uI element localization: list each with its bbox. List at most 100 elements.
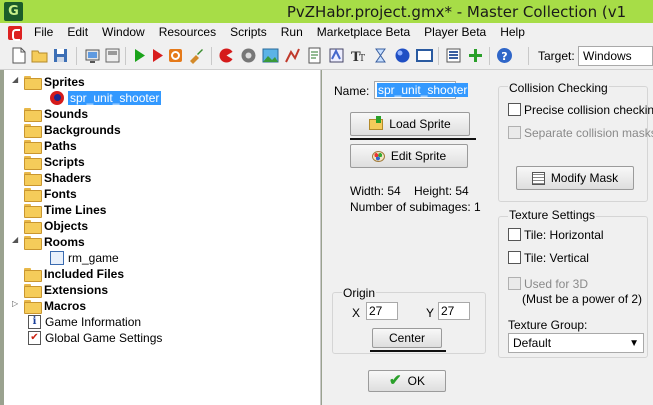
- tile-vertical-checkbox[interactable]: [508, 251, 521, 264]
- y-label: Y: [426, 306, 435, 320]
- info-icon: i: [28, 315, 41, 329]
- height-text: Height: 54: [414, 184, 469, 198]
- menu-edit[interactable]: Edit: [60, 23, 95, 42]
- name-label: Name:: [334, 84, 370, 98]
- load-sprite-underline: [350, 138, 476, 140]
- menu-run[interactable]: Run: [274, 23, 310, 42]
- tree-item-rooms[interactable]: Rooms: [24, 234, 85, 250]
- expand-macros-icon[interactable]: ▷: [12, 300, 20, 308]
- stop-icon[interactable]: [167, 47, 184, 64]
- tree-item-game-information[interactable]: i Game Information: [28, 314, 141, 330]
- tree-item-rm-game[interactable]: rm_game: [50, 250, 119, 266]
- collision-title: Collision Checking: [508, 81, 609, 95]
- center-button[interactable]: Center: [372, 328, 442, 348]
- tree-item-objects[interactable]: Objects: [24, 218, 88, 234]
- folder-icon: [24, 220, 42, 234]
- menu-window[interactable]: Window: [95, 23, 152, 42]
- svg-text:?: ?: [501, 50, 507, 63]
- precise-collision-checkbox[interactable]: [508, 103, 521, 116]
- folder-icon: [24, 76, 42, 90]
- subimages-text: Number of subimages: 1: [350, 200, 481, 214]
- checkmark-icon: ✔: [389, 372, 402, 389]
- game-settings-icon[interactable]: [445, 47, 462, 64]
- tile-horizontal-checkbox[interactable]: [508, 228, 521, 241]
- modify-mask-button[interactable]: Modify Mask: [516, 166, 634, 190]
- texture-title: Texture Settings: [508, 208, 597, 222]
- tree-item-sounds[interactable]: Sounds: [24, 106, 88, 122]
- open-folder-icon[interactable]: [31, 47, 48, 64]
- window-title: PvZHabr.project.gmx* - Master Collection…: [286, 3, 627, 21]
- folder-icon: [24, 236, 42, 250]
- document-icon[interactable]: [8, 25, 22, 41]
- origin-x-field[interactable]: 27: [366, 302, 398, 320]
- manual-help-icon[interactable]: ?: [496, 47, 513, 64]
- target-label: Target:: [538, 49, 575, 63]
- folder-icon: [24, 172, 42, 186]
- tree-item-sprites[interactable]: Sprites: [24, 74, 85, 90]
- add-sound-icon[interactable]: [240, 47, 257, 64]
- folder-icon: [24, 204, 42, 218]
- tree-item-shaders[interactable]: Shaders: [24, 170, 91, 186]
- folder-icon: [24, 156, 42, 170]
- tree-item-macros[interactable]: Macros: [24, 298, 86, 314]
- origin-label: Origin: [342, 286, 377, 300]
- collapse-rooms-icon[interactable]: ◢: [12, 236, 20, 244]
- folder-icon: [24, 268, 42, 282]
- tree-item-scripts[interactable]: Scripts: [24, 154, 85, 170]
- tree-item-fonts[interactable]: Fonts: [24, 186, 77, 202]
- precise-collision-label: Precise collision checking: [524, 103, 653, 117]
- used-3d-checkbox: [508, 277, 521, 290]
- add-extension-icon[interactable]: [467, 47, 484, 64]
- add-font-icon[interactable]: TT: [350, 47, 367, 64]
- add-sprite-icon[interactable]: [218, 47, 235, 64]
- menu-help[interactable]: Help: [493, 23, 532, 42]
- width-text: Width: 54: [350, 184, 401, 198]
- room-icon: [50, 251, 64, 265]
- add-background-icon[interactable]: [262, 47, 279, 64]
- run-game-icon[interactable]: [131, 47, 148, 64]
- folder-icon: [24, 284, 42, 298]
- collapse-sprites-icon[interactable]: ◢: [12, 76, 20, 84]
- menu-player[interactable]: Player Beta: [417, 23, 493, 42]
- menu-bar: File Edit Window Resources Scripts Run M…: [0, 23, 653, 42]
- tree-item-paths[interactable]: Paths: [24, 138, 77, 154]
- menu-file[interactable]: File: [27, 23, 60, 42]
- texture-group-select[interactable]: Default ▼: [508, 333, 644, 353]
- clean-brush-icon[interactable]: [187, 47, 204, 64]
- ok-button[interactable]: ✔ OK: [368, 370, 446, 392]
- add-room-icon[interactable]: [416, 47, 433, 64]
- add-object-icon[interactable]: [394, 47, 411, 64]
- tree-item-included-files[interactable]: Included Files: [24, 266, 124, 282]
- power-of-two-note: (Must be a power of 2): [522, 292, 643, 306]
- create-executable-icon[interactable]: [84, 47, 101, 64]
- folder-icon: [24, 108, 42, 122]
- center-underline: [370, 350, 446, 352]
- tree-item-extensions[interactable]: Extensions: [24, 282, 108, 298]
- menu-scripts[interactable]: Scripts: [223, 23, 274, 42]
- add-path-icon[interactable]: [284, 47, 301, 64]
- chevron-down-icon: ▼: [629, 338, 639, 349]
- load-sprite-button[interactable]: Load Sprite: [350, 112, 470, 136]
- publish-icon[interactable]: [104, 47, 121, 64]
- tree-item-spr-unit-shooter[interactable]: spr_unit_shooter: [50, 90, 162, 106]
- toolbar: TT ? Target: Windows: [0, 42, 653, 70]
- separate-masks-label: Separate collision masks: [524, 126, 653, 140]
- add-timeline-icon[interactable]: [372, 47, 389, 64]
- debug-game-icon[interactable]: [149, 47, 166, 64]
- menu-resources[interactable]: Resources: [152, 23, 223, 42]
- tree-item-backgrounds[interactable]: Backgrounds: [24, 122, 121, 138]
- separate-masks-checkbox: [508, 126, 521, 139]
- origin-y-field[interactable]: 27: [438, 302, 470, 320]
- add-shader-icon[interactable]: [328, 47, 345, 64]
- checklist-icon: ✔: [28, 331, 41, 345]
- edit-sprite-button[interactable]: Edit Sprite: [350, 144, 468, 168]
- tree-item-time-lines[interactable]: Time Lines: [24, 202, 106, 218]
- target-select[interactable]: Windows: [578, 46, 653, 66]
- new-file-icon[interactable]: [10, 47, 27, 64]
- menu-marketplace[interactable]: Marketplace Beta: [310, 23, 417, 42]
- name-field[interactable]: spr_unit_shooter: [374, 81, 469, 99]
- x-label: X: [352, 306, 361, 320]
- save-icon[interactable]: [52, 47, 69, 64]
- tree-item-global-game-settings[interactable]: ✔ Global Game Settings: [28, 330, 162, 346]
- add-script-icon[interactable]: [306, 47, 323, 64]
